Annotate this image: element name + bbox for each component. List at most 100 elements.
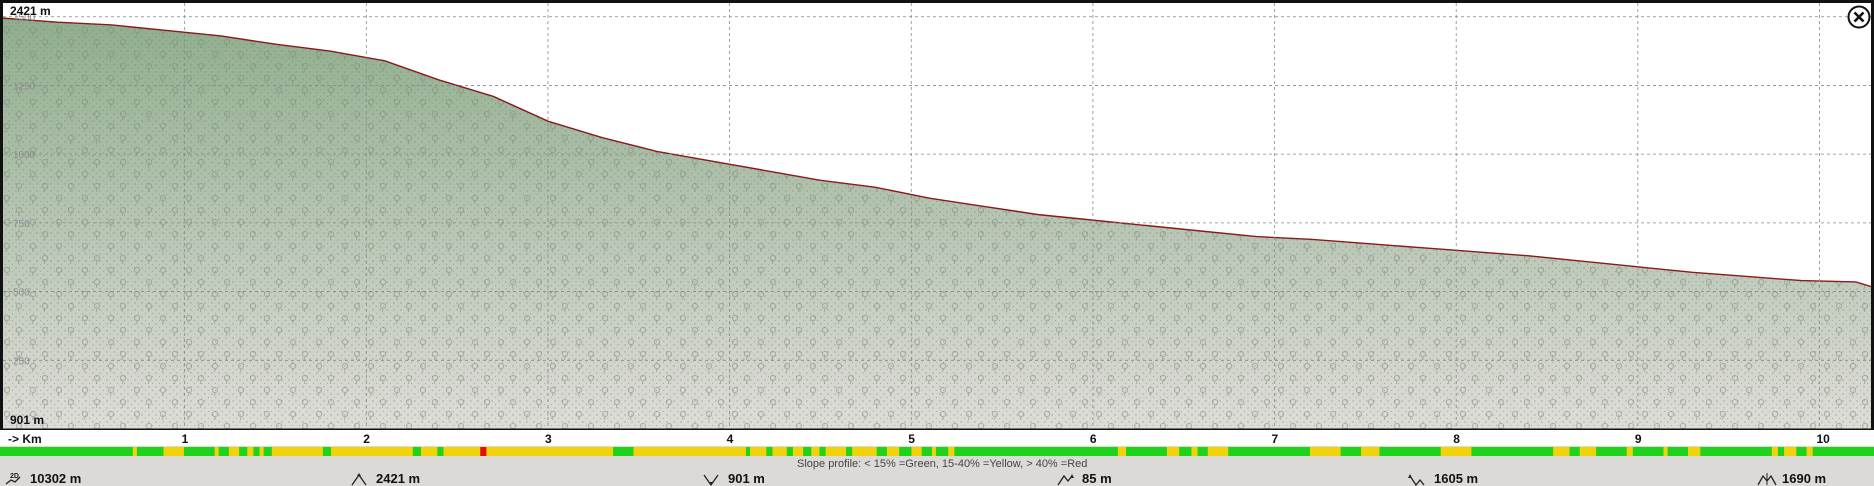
- slope-segment: [480, 447, 487, 456]
- slope-segment: [136, 447, 164, 456]
- y-tick-label: 250: [13, 356, 30, 367]
- elevation-diff-icon: [1757, 472, 1777, 485]
- vegetation-texture: [3, 18, 1874, 429]
- slope-segment: [1440, 447, 1472, 456]
- slope-segment: [911, 447, 923, 456]
- min-elevation-icon: [703, 474, 719, 486]
- slope-segment: [1207, 447, 1229, 456]
- y-tick-label: 750: [13, 219, 30, 230]
- slope-segment: [239, 447, 248, 456]
- slope-segment: [1569, 447, 1581, 456]
- ascent-icon: [1057, 473, 1074, 485]
- svg-text:2D: 2D: [10, 473, 19, 480]
- stat-ascent: 85 m: [1056, 471, 1112, 486]
- slope-segment: [899, 447, 912, 456]
- slope-segment: [437, 447, 444, 456]
- slope-segment: [811, 447, 820, 456]
- slope-segment: [218, 447, 230, 456]
- stat-distance: 2D 10302 m: [4, 471, 81, 486]
- stats-bar: 2D 10302 m 2421 m 901 m 85 m 1605 m 1690…: [0, 470, 1874, 486]
- x-tick-label: 10: [1817, 432, 1831, 446]
- slope-segment: [931, 447, 937, 456]
- x-tick-label: 8: [1453, 432, 1460, 446]
- slope-segment: [772, 447, 788, 456]
- slope-segment: [1197, 447, 1209, 456]
- slope-segment: [886, 447, 900, 456]
- slope-segment: [253, 447, 261, 456]
- stat-min-elevation-value: 901 m: [728, 471, 765, 486]
- slope-segment: [948, 447, 955, 456]
- slope-segment: [1663, 447, 1669, 456]
- slope-segment: [803, 447, 812, 456]
- slope-segment: [633, 447, 747, 456]
- y-tick-label: 500: [13, 288, 30, 299]
- slope-segment: [792, 447, 804, 456]
- slope-segment: [132, 447, 138, 456]
- slope-segment: [1553, 447, 1571, 456]
- slope-segment: [322, 447, 332, 456]
- close-icon: [1847, 5, 1871, 29]
- slope-segment: [1471, 447, 1554, 456]
- slope-segment: [259, 447, 265, 456]
- elevation-profile-window: 250 500 750 1000 1250 1500 2421 m 901 m -> Km…: [0, 0, 1874, 486]
- min-elevation-label: 901 m: [10, 413, 44, 427]
- slope-segment: [852, 447, 878, 456]
- slope-segment: [1806, 447, 1814, 456]
- slope-segment: [1784, 447, 1797, 456]
- max-elevation-icon: [351, 472, 367, 485]
- slope-segment: [1340, 447, 1362, 456]
- stat-descent-value: 1605 m: [1434, 471, 1479, 486]
- y-tick-label: 1250: [13, 81, 36, 92]
- slope-segment: [921, 447, 933, 456]
- slope-segment: [1309, 447, 1342, 456]
- stat-ascent-value: 85 m: [1082, 471, 1112, 486]
- slope-segment: [766, 447, 773, 456]
- slope-segment: [1796, 447, 1808, 456]
- slope-segment: [1632, 447, 1665, 456]
- slope-segment: [1361, 447, 1380, 456]
- slope-segment: [846, 447, 853, 456]
- elevation-chart: 250500750100012501500 2421 m 901 m -> Km…: [0, 0, 1874, 470]
- slope-segment: [228, 447, 240, 456]
- x-tick-label: 1: [182, 432, 189, 446]
- slope-segment: [1777, 447, 1785, 456]
- slope-segment: [1579, 447, 1597, 456]
- distance-icon: 2D: [5, 473, 21, 485]
- x-tick-label: 6: [1090, 432, 1097, 446]
- elevation-area: [3, 17, 1874, 429]
- slope-segment: [1700, 447, 1773, 456]
- slope-segment: [954, 447, 1119, 456]
- stat-min-elevation: 901 m: [702, 471, 765, 486]
- slope-segment: [1191, 447, 1199, 456]
- slope-segment: [1771, 447, 1779, 456]
- stat-max-elevation-value: 2421 m: [376, 471, 421, 486]
- x-tick-label: 3: [545, 432, 552, 446]
- slope-legend: Slope profile: < 15% =Green, 15-40% =Yel…: [797, 458, 1087, 470]
- slope-segment: [263, 447, 273, 456]
- x-tick-label: 7: [1272, 432, 1279, 446]
- close-button[interactable]: [1846, 4, 1872, 30]
- slope-segment: [0, 447, 134, 456]
- x-axis-band: [0, 430, 1874, 446]
- slope-segment: [247, 447, 254, 456]
- slope-segment: [214, 447, 220, 456]
- x-axis-label: -> Km: [8, 432, 42, 446]
- slope-segment: [876, 447, 888, 456]
- stat-elevation-diff-value: 1690 m: [1782, 471, 1827, 486]
- y-tick-label: 1000: [13, 150, 36, 161]
- slope-segment: [786, 447, 794, 456]
- slope-segment: [1117, 447, 1127, 456]
- slope-segment: [750, 447, 767, 456]
- slope-segment: [1126, 447, 1168, 456]
- stat-distance-value: 10302 m: [30, 471, 82, 486]
- slope-segment: [613, 447, 635, 456]
- slope-segment: [271, 447, 324, 456]
- slope-segment: [486, 447, 614, 456]
- slope-segment: [819, 447, 827, 456]
- x-tick-label: 5: [908, 432, 915, 446]
- slope-segment: [183, 447, 216, 456]
- slope-segment: [1667, 447, 1689, 456]
- slope-segment: [443, 447, 481, 456]
- slope-segment: [163, 447, 185, 456]
- slope-segment: [1166, 447, 1180, 456]
